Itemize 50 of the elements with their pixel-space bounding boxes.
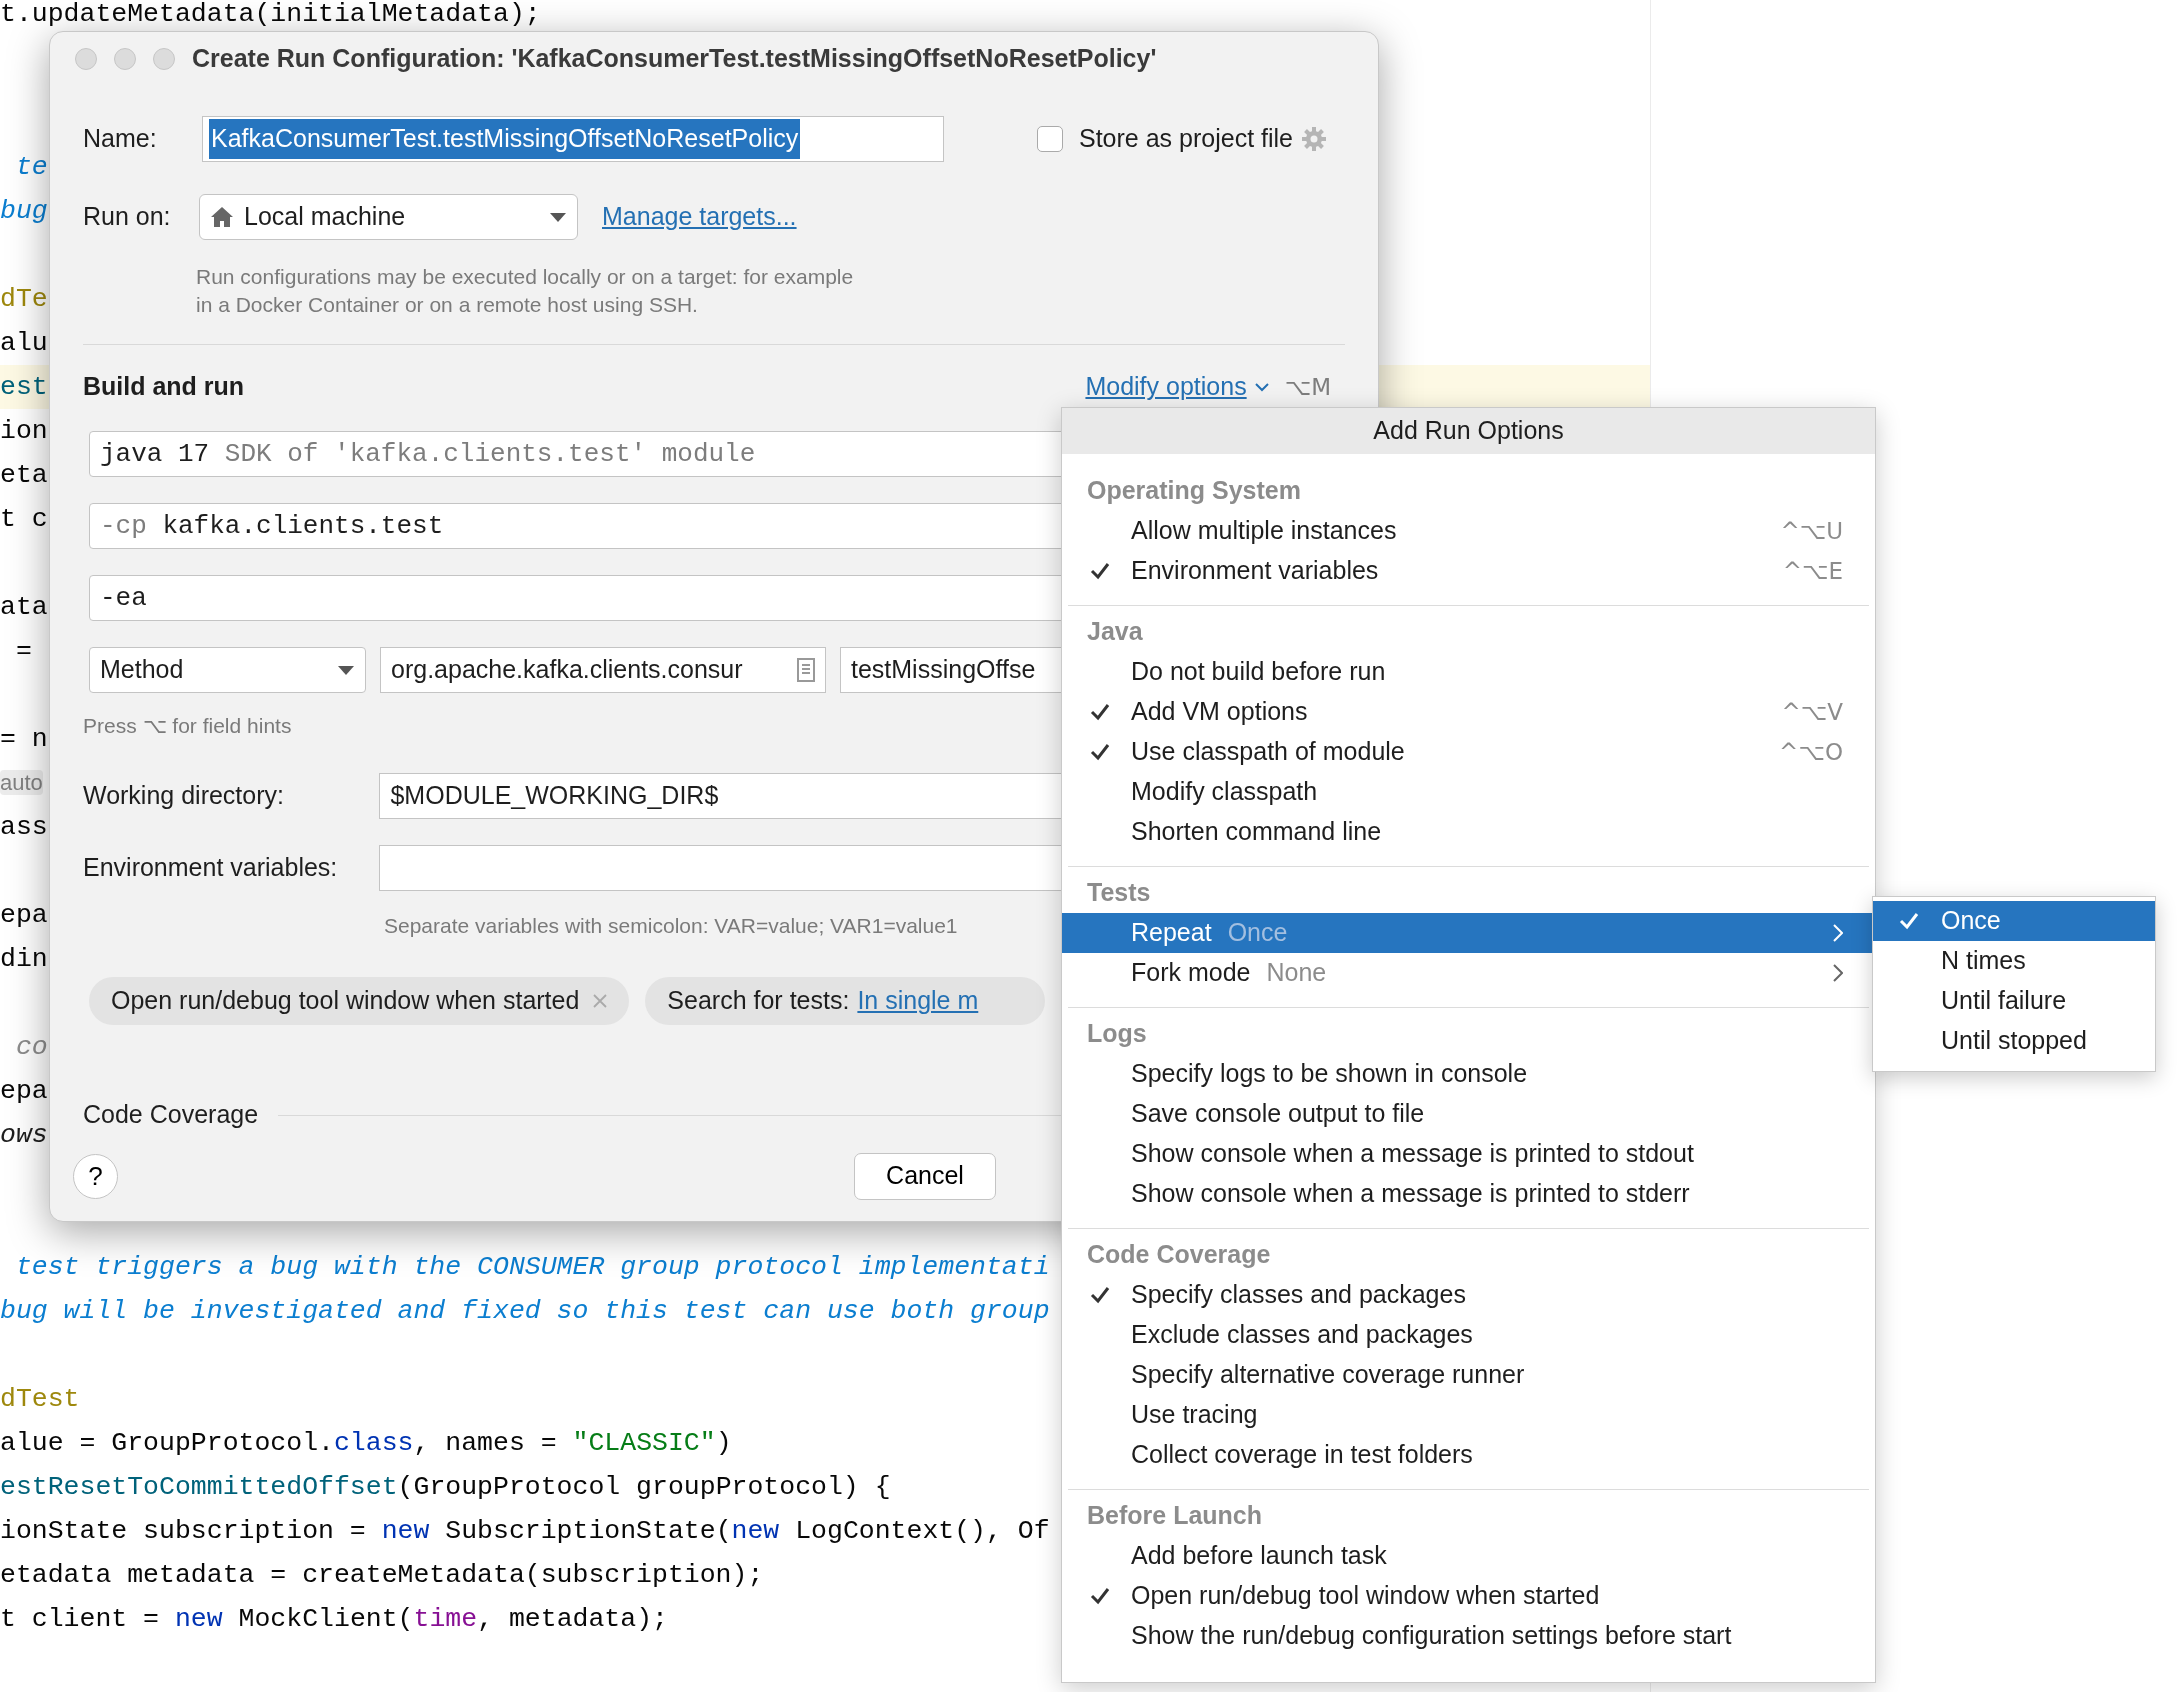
code-line: ata [0, 591, 48, 624]
help-text: Run configurations may be executed locally or on a target: for example in a Docker Container or on a remote host using SSH. [196, 264, 855, 318]
shortcut-text: ⌥M [1284, 372, 1331, 402]
shortcut-text: ^⌥E [1782, 556, 1843, 586]
shortcut-text: ^⌥U [1780, 516, 1843, 546]
menu-section-title: Logs [1086, 1018, 1148, 1049]
shortcut-text: ^⌥O [1779, 737, 1843, 767]
code-line: t c [0, 503, 48, 536]
shortcut-text: ^⌥V [1781, 697, 1843, 727]
code-line: ionState subscription = new SubscriptionState(new LogContext(), Of [0, 1515, 1050, 1548]
code-line: co [14, 1031, 48, 1064]
field-label: Run on: [83, 201, 172, 233]
code-line: = [14, 635, 32, 668]
menu-item-value: None [1266, 957, 1327, 989]
code-line: epa [0, 899, 48, 932]
code-line: ass [0, 811, 48, 844]
menu-section-title: Code Coverage [1086, 1239, 1272, 1270]
checkbox-label: Store as project file [1079, 123, 1293, 155]
menu-title: Add Run Options [1062, 408, 1875, 454]
code-line: bug will be investigated and fixed so this test can use both group [0, 1295, 1050, 1328]
code-line: = n [0, 723, 48, 756]
code-line: alu [0, 327, 48, 360]
code-line: etadata metadata = createMetadata(subscription); [0, 1559, 764, 1592]
code-line: ows [0, 1119, 48, 1152]
help-text: Separate variables with semicolon: VAR=value; VAR1=value1 [384, 913, 958, 939]
code-line: t.updateMetadata(initialMetadata); [0, 0, 541, 28]
section-title: Build and run [83, 371, 246, 403]
field-label: Environment variables: [83, 852, 339, 884]
code-line: alue = GroupProtocol.class, names = "CLASSIC") [0, 1427, 732, 1460]
code-line: te [14, 151, 48, 184]
group-title: Code Coverage [83, 1099, 259, 1131]
code-line: dTe [0, 283, 48, 316]
code-line: dTest [0, 1383, 80, 1416]
code-line: test triggers a bug with the CONSUMER group protocol implementati [14, 1251, 1050, 1284]
field-label: Name: [83, 123, 158, 155]
code-line: t client = new MockClient(time, metadata); [0, 1603, 668, 1636]
menu-item-value: Once [1227, 917, 1288, 949]
code-line: epa [0, 1075, 48, 1108]
code-line: bug [0, 195, 48, 228]
menu-section-title: Tests [1086, 877, 1152, 908]
menu-section-title: Operating System [1086, 475, 1302, 506]
code-line: din [0, 943, 48, 976]
dialog-title: Create Run Configuration: 'KafkaConsumerTest.testMissingOffsetNoResetPolicy' [192, 43, 1157, 75]
menu-section-title: Before Launch [1086, 1500, 1264, 1531]
code-line: ion [0, 415, 48, 448]
code-line: eta [0, 459, 48, 492]
field-label: Working directory: [83, 780, 285, 812]
code-line: estResetToCommittedOffset(GroupProtocol groupProtocol) { [0, 1471, 891, 1504]
inlay-hint: auto [0, 769, 43, 797]
field-hint: Press ⌥ for field hints [83, 713, 292, 739]
